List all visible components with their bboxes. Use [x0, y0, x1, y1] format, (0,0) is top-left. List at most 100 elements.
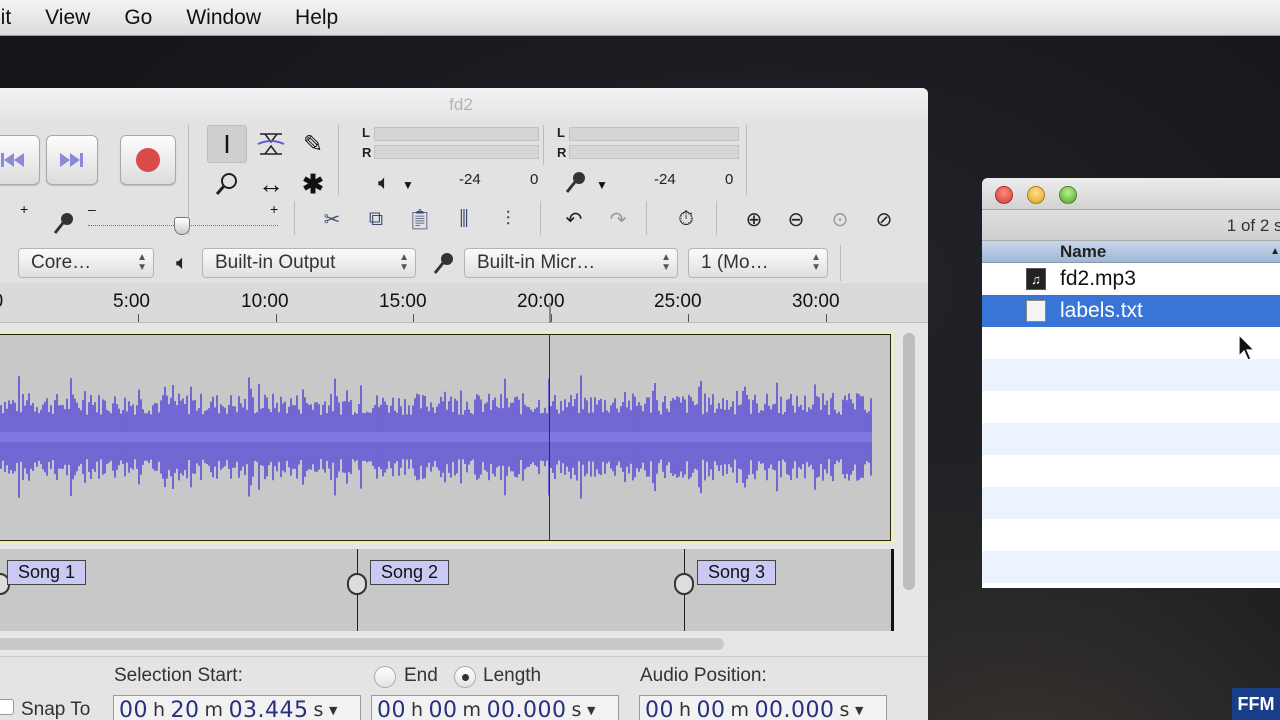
ruler-tick	[551, 314, 552, 322]
ruler-tick	[826, 314, 827, 322]
mixer-microphone-icon	[44, 205, 84, 241]
envelope-tool[interactable]	[251, 125, 291, 163]
minutes-unit: m	[462, 699, 482, 720]
input-volume-slider-thumb[interactable]	[174, 217, 190, 235]
hours-value: 00	[119, 697, 148, 720]
fit-selection-icon[interactable]: ⊙	[820, 201, 860, 237]
playback-meter-left-label: L	[362, 125, 370, 140]
input-device-value: Built-in Micr…	[477, 252, 596, 273]
sort-ascending-icon: ▲	[1270, 246, 1280, 257]
label-track[interactable]: Song 1 Song 2 Song 3	[0, 549, 894, 631]
watermark-badge: FFM	[1232, 688, 1280, 720]
format-menu-arrow[interactable]: ▼	[855, 704, 864, 717]
record-meter-left	[569, 127, 739, 141]
audio-position-time[interactable]: 00 h 00 m 00.000 s ▼	[639, 695, 887, 720]
waveform	[0, 375, 872, 499]
menu-edit[interactable]: lit	[0, 6, 27, 30]
menu-window[interactable]: Window	[168, 6, 277, 30]
label-song-3[interactable]: Song 3	[697, 560, 777, 585]
audio-track[interactable]	[0, 331, 894, 544]
skip-to-end-button[interactable]	[46, 135, 98, 185]
name-column-header[interactable]: Name ▲	[982, 241, 1280, 263]
separator	[716, 201, 717, 235]
format-menu-arrow[interactable]: ▼	[587, 704, 596, 717]
seconds-value: 00.000	[486, 697, 567, 720]
output-device-dropdown[interactable]: Built-in Output ▲ ▼	[202, 248, 416, 278]
cut-icon[interactable]: ✂	[312, 201, 352, 237]
mouse-cursor-icon	[1238, 334, 1256, 361]
label-song-1[interactable]: Song 1	[7, 560, 87, 585]
sync-lock-icon[interactable]: ⏱	[666, 201, 706, 237]
record-meter-menu-arrow[interactable]: ▼	[596, 178, 608, 192]
menu-help[interactable]: Help	[277, 6, 354, 30]
fit-project-icon[interactable]: ⊘	[864, 201, 904, 237]
ruler-tick	[413, 314, 414, 322]
label-song-2[interactable]: Song 2	[370, 560, 450, 585]
ruler-tick-label: 10:00	[241, 291, 289, 312]
ibeam-icon: I	[223, 128, 231, 159]
draw-tool[interactable]: ✎	[293, 125, 333, 163]
multi-tool[interactable]: ✱	[293, 165, 333, 203]
redo-icon[interactable]: ↷	[598, 201, 638, 237]
record-button[interactable]	[120, 135, 176, 185]
snap-to-label: Snap To	[21, 699, 91, 720]
hours-value: 00	[645, 697, 674, 720]
undo-icon[interactable]: ↶	[554, 201, 594, 237]
snap-to-checkbox[interactable]	[0, 699, 14, 715]
music-file-icon: ♫	[1026, 268, 1046, 290]
empty-row	[982, 519, 1280, 551]
input-channels-dropdown[interactable]: 1 (Mo… ▲ ▼	[688, 248, 828, 278]
selection-tool[interactable]: I	[207, 125, 247, 163]
trim-icon[interactable]: ⫼	[444, 201, 484, 237]
output-speaker-icon: 🔈︎	[176, 251, 188, 274]
timeline-ruler[interactable]: 00 5:00 10:00 15:00 20:00 25:00 30:00	[0, 283, 928, 323]
silence-icon[interactable]: ⫶	[488, 201, 528, 237]
zoom-tool[interactable]	[207, 165, 247, 203]
skip-end-icon	[60, 153, 83, 167]
microphone-icon[interactable]	[556, 164, 596, 200]
ruler-tick-label: 5:00	[113, 291, 150, 312]
audio-host-dropdown[interactable]: Core… ▲ ▼	[18, 248, 154, 278]
playback-meter-right	[374, 145, 539, 159]
label-handle[interactable]	[347, 573, 367, 595]
close-button[interactable]	[995, 186, 1013, 204]
label-handle[interactable]	[674, 573, 694, 595]
paste-icon[interactable]: 📋︎	[400, 201, 440, 237]
playhead-marker[interactable]	[549, 303, 551, 323]
separator	[646, 201, 647, 235]
empty-row	[982, 391, 1280, 423]
menu-go[interactable]: Go	[106, 6, 168, 30]
input-microphone-icon	[424, 245, 464, 281]
time-shift-tool[interactable]: ↔	[251, 165, 291, 203]
name-column-label: Name	[1060, 242, 1107, 261]
menu-view[interactable]: View	[27, 6, 106, 30]
file-row[interactable]: ♫ fd2.mp3	[982, 263, 1280, 295]
window-title: fd2	[0, 88, 928, 121]
ruler-tick-label: 25:00	[654, 291, 702, 312]
ruler-tick-label: 00	[0, 291, 3, 313]
file-row-selected[interactable]: labels.txt	[982, 295, 1280, 327]
horizontal-scrollbar[interactable]	[0, 638, 724, 650]
minimize-button[interactable]	[1027, 186, 1045, 204]
length-label: Length	[483, 665, 542, 686]
vertical-scrollbar[interactable]	[903, 333, 915, 590]
skip-to-start-button[interactable]	[0, 135, 40, 185]
selection-toolbar: Snap To Selection Start: End Length Audi…	[0, 656, 928, 720]
zoom-in-icon[interactable]: ⊕	[734, 201, 774, 237]
zoom-out-icon[interactable]: ⊖	[776, 201, 816, 237]
speaker-icon[interactable]: 🔈︎	[364, 165, 404, 201]
end-radio[interactable]	[374, 666, 396, 688]
chevron-updown-icon: ▲ ▼	[137, 252, 147, 273]
envelope-icon	[257, 133, 285, 155]
format-menu-arrow[interactable]: ▼	[329, 704, 338, 717]
copy-icon[interactable]: ⧉	[356, 201, 396, 237]
selection-start-time[interactable]: 00 h 20 m 03.445 s ▼	[113, 695, 361, 720]
empty-row	[982, 327, 1280, 359]
input-device-dropdown[interactable]: Built-in Micr… ▲ ▼	[464, 248, 678, 278]
finder-status-text: 1 of 2 se	[1226, 216, 1280, 235]
zoom-button[interactable]	[1059, 186, 1077, 204]
playback-meter-menu-arrow[interactable]: ▼	[402, 178, 414, 192]
selection-length-time[interactable]: 00 h 00 m 00.000 s ▼	[371, 695, 619, 720]
length-radio[interactable]	[454, 666, 476, 688]
input-volume-max: +	[270, 201, 279, 217]
